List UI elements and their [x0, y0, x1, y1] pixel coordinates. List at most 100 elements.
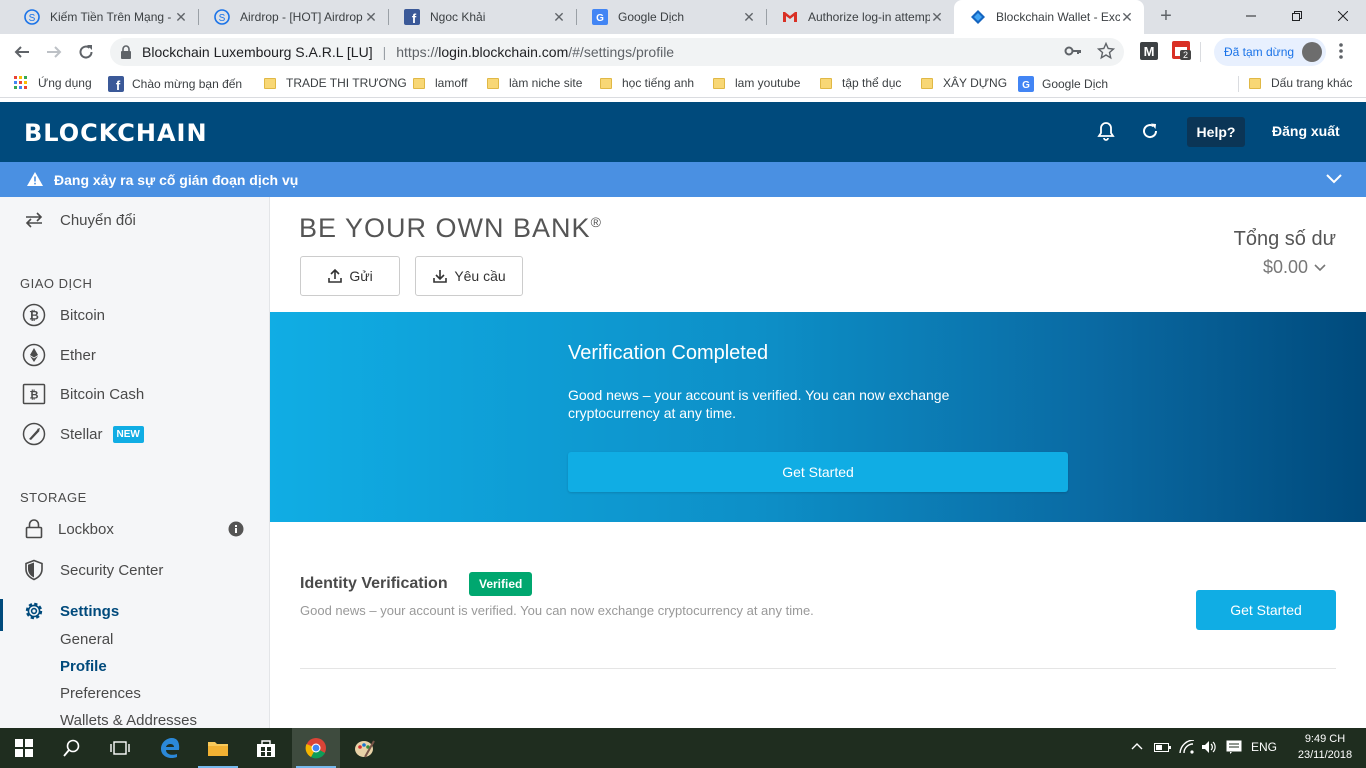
bookmark-folder[interactable]: TRADE THI TRƯƠNG	[264, 76, 407, 90]
sidebar-item-settings[interactable]: Settings	[20, 597, 119, 625]
upload-icon	[327, 268, 343, 284]
refresh-icon[interactable]	[1141, 122, 1159, 140]
total-balance-label: Tổng số dư	[1233, 228, 1336, 250]
send-button[interactable]: Gửi	[300, 256, 400, 296]
identity-verification-text: Good news – your account is verified. Yo…	[300, 603, 814, 618]
reload-icon[interactable]	[72, 38, 100, 66]
chevron-down-icon[interactable]	[1326, 174, 1342, 184]
chevron-up-icon[interactable]	[1131, 742, 1143, 750]
app-header: BLOCKCHAIN	[0, 102, 1366, 162]
gmail-icon	[782, 9, 798, 25]
forward-icon[interactable]	[40, 38, 68, 66]
sidebar-item-bitcoin[interactable]: ₿ Bitcoin	[20, 301, 105, 329]
close-tab-icon[interactable]: ✕	[930, 9, 944, 26]
bookmark-folder[interactable]: lamoff	[413, 76, 467, 90]
browser-tab[interactable]: G Google Dịch ✕	[576, 0, 766, 34]
store-icon[interactable]	[242, 728, 290, 768]
service-alert-banner[interactable]: Đang xảy ra sự cố gián đoạn dịch vụ	[0, 162, 1366, 197]
section-divider	[300, 668, 1336, 669]
sidebar-item-bitcoin-cash[interactable]: ₿ Bitcoin Cash	[20, 380, 144, 408]
clock[interactable]: 9:49 CH 23/11/2018	[1290, 731, 1360, 763]
bookmark-item[interactable]: f Chào mừng bạn đến	[108, 76, 242, 92]
bookmark-item[interactable]: G Google Dịch	[1018, 76, 1108, 92]
blockchain-logo[interactable]: BLOCKCHAIN	[24, 119, 208, 147]
bookmark-folder[interactable]: tập thể dục	[820, 76, 901, 90]
extension-calendar-icon[interactable]: 2	[1172, 41, 1194, 63]
identity-verification-title: Identity Verification	[300, 575, 448, 592]
help-button[interactable]: Help?	[1187, 117, 1245, 147]
browser-tab[interactable]: f Ngoc Khải ✕	[388, 0, 576, 34]
close-tab-icon[interactable]: ✕	[364, 9, 378, 26]
svg-text:f: f	[412, 11, 417, 25]
search-icon[interactable]	[48, 728, 96, 768]
request-button[interactable]: Yêu cầu	[415, 256, 523, 296]
sidebar-item-lockbox[interactable]: Lockbox	[20, 515, 250, 543]
sidebar-item-security-center[interactable]: Security Center	[20, 556, 163, 584]
svg-text:G: G	[1022, 80, 1030, 91]
svg-text:S: S	[219, 13, 226, 24]
sidebar-sub-preferences[interactable]: Preferences	[60, 685, 141, 702]
sidebar-sub-general[interactable]: General	[60, 631, 113, 648]
browser-tab[interactable]: Authorize log-in attemp ✕	[766, 0, 954, 34]
menu-kebab-icon[interactable]	[1338, 42, 1344, 60]
browser-tab-active[interactable]: Blockchain Wallet - Exc ✕	[954, 0, 1144, 34]
edge-icon[interactable]	[146, 728, 194, 768]
svg-text:S: S	[29, 13, 36, 24]
bookmark-folder[interactable]: Dấu trang khác	[1249, 76, 1352, 90]
language-indicator[interactable]: ENG	[1251, 740, 1277, 754]
chrome-icon[interactable]	[292, 728, 340, 768]
browser-tab[interactable]: S Airdrop - [HOT] Airdrop ✕	[198, 0, 388, 34]
extension-badge: 2	[1180, 50, 1192, 60]
extension-m-icon[interactable]: M	[1140, 42, 1158, 60]
file-explorer-icon[interactable]	[194, 728, 242, 768]
close-tab-icon[interactable]: ✕	[1120, 9, 1134, 26]
volume-icon[interactable]	[1201, 740, 1219, 754]
back-icon[interactable]	[8, 38, 36, 66]
bookmark-folder[interactable]: làm niche site	[487, 76, 582, 90]
windows-start-icon[interactable]	[0, 728, 48, 768]
bell-icon[interactable]	[1097, 121, 1115, 141]
identity-get-started-button[interactable]: Get Started	[1196, 590, 1336, 630]
s-circle-icon: S	[214, 9, 230, 25]
bookmark-folder[interactable]: XÂY DỰNG	[921, 76, 1007, 90]
alert-text: Đang xảy ra sự cố gián đoạn dịch vụ	[54, 172, 299, 188]
profile-button[interactable]: Đã tạm dừng	[1214, 38, 1326, 66]
bookmark-folder[interactable]: học tiếng anh	[600, 76, 694, 90]
info-icon[interactable]	[228, 521, 244, 537]
total-balance-value[interactable]: $0.00	[1263, 257, 1326, 278]
sidebar-item-stellar[interactable]: Stellar NEW	[20, 420, 144, 448]
restore-icon[interactable]	[1274, 0, 1320, 32]
svg-text:G: G	[596, 13, 604, 24]
sidebar-item-exchange[interactable]: Chuyển đổi	[20, 206, 136, 234]
sidebar-item-ether[interactable]: Ether	[20, 341, 96, 369]
key-icon[interactable]	[1064, 42, 1082, 60]
close-tab-icon[interactable]: ✕	[742, 9, 756, 26]
gear-icon	[20, 597, 48, 625]
address-bar[interactable]: Blockchain Luxembourg S.A.R.L [LU] | htt…	[110, 38, 1124, 66]
input-method-icon[interactable]	[1226, 740, 1242, 754]
wifi-icon[interactable]	[1179, 740, 1195, 754]
paint-icon[interactable]	[340, 728, 388, 768]
task-view-icon[interactable]	[96, 728, 144, 768]
sidebar-sub-profile[interactable]: Profile	[60, 658, 107, 675]
facebook-icon: f	[404, 9, 420, 25]
bookmark-item[interactable]: Ứng dụng	[14, 76, 92, 90]
ether-icon	[20, 341, 48, 369]
google-translate-icon: G	[1018, 76, 1034, 92]
close-window-icon[interactable]	[1320, 0, 1366, 32]
folder-icon	[820, 77, 832, 89]
svg-text:₿: ₿	[30, 390, 39, 402]
star-icon[interactable]	[1097, 42, 1115, 60]
bookmark-folder[interactable]: lam youtube	[713, 76, 800, 90]
sidebar-sub-wallets-addresses[interactable]: Wallets & Addresses	[60, 712, 197, 728]
new-tab-icon[interactable]: +	[1156, 6, 1176, 26]
address-divider: |	[382, 44, 387, 60]
logout-link[interactable]: Đăng xuất	[1272, 123, 1340, 139]
site-identity: Blockchain Luxembourg S.A.R.L [LU]	[142, 44, 373, 60]
battery-icon[interactable]	[1154, 741, 1172, 753]
close-tab-icon[interactable]: ✕	[174, 9, 188, 26]
close-tab-icon[interactable]: ✕	[552, 9, 566, 26]
banner-get-started-button[interactable]: Get Started	[568, 452, 1068, 492]
minimize-icon[interactable]	[1228, 0, 1274, 32]
browser-tab[interactable]: S Kiếm Tiền Trên Mạng - ✕	[8, 0, 198, 34]
